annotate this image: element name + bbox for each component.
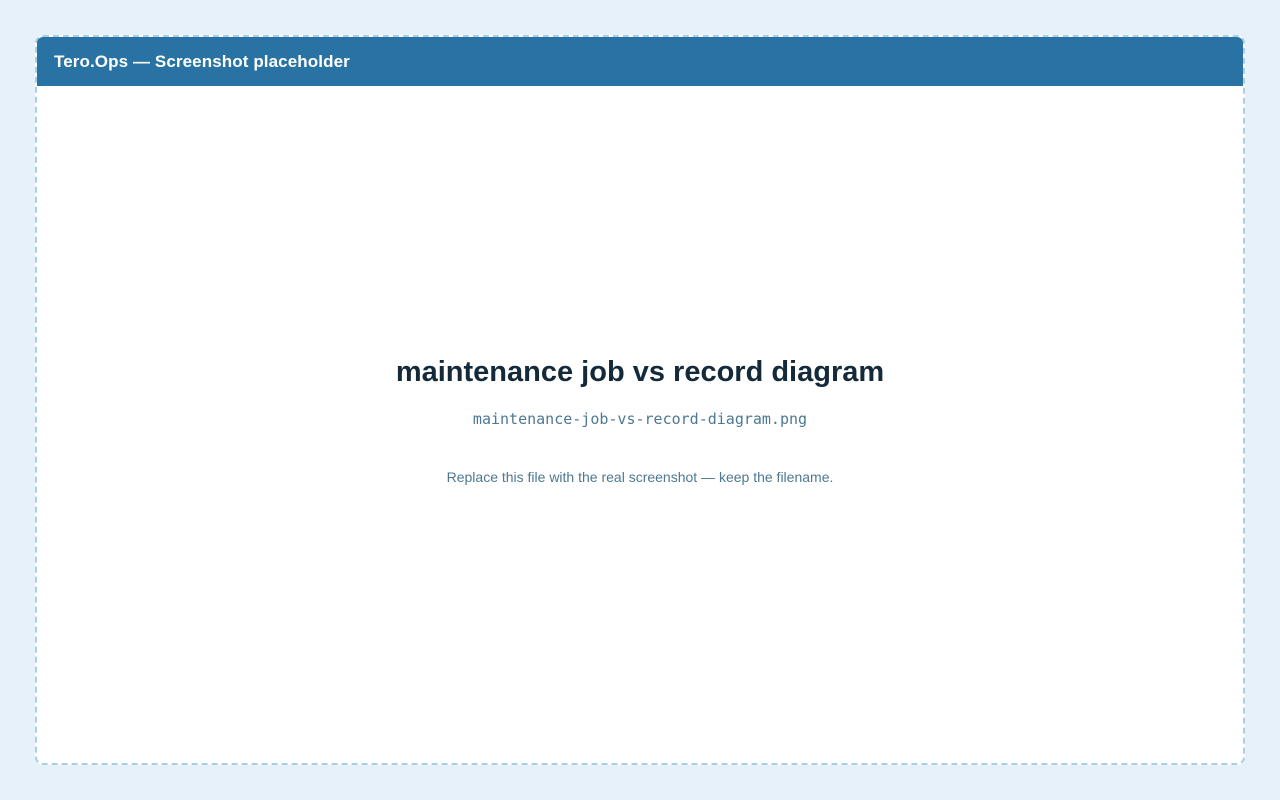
- header-bar: Tero.Ops — Screenshot placeholder: [37, 37, 1243, 86]
- replace-hint: Replace this file with the real screensh…: [446, 469, 834, 485]
- placeholder-content: maintenance job vs record diagram mainte…: [37, 86, 1243, 763]
- header-title: Tero.Ops — Screenshot placeholder: [54, 51, 350, 71]
- filename-label: maintenance-job-vs-record-diagram.png: [472, 410, 808, 428]
- screenshot-placeholder-frame: Tero.Ops — Screenshot placeholder mainte…: [35, 35, 1245, 765]
- diagram-title: maintenance job vs record diagram: [395, 356, 885, 388]
